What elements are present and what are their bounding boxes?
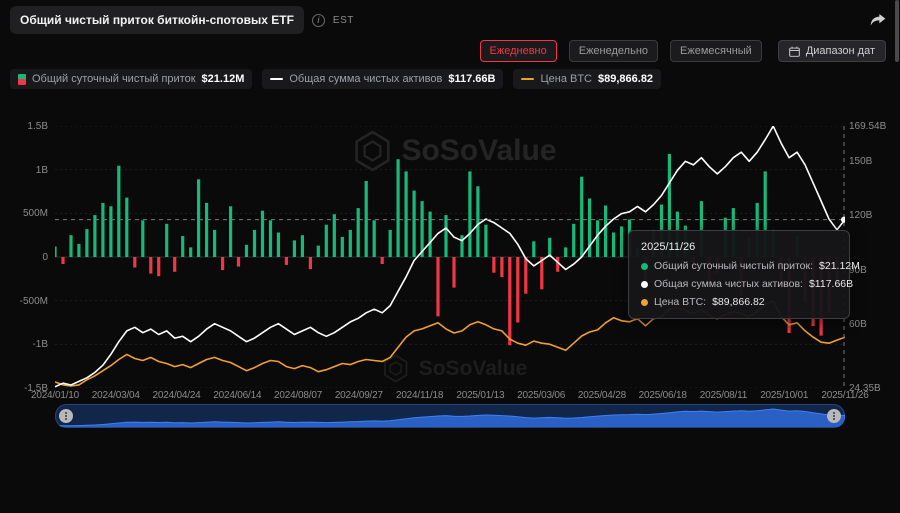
navigator-right-handle[interactable] xyxy=(827,409,841,423)
left-axis: 1.5B1B500M0-500M-1B-1.5B xyxy=(0,126,48,388)
x-axis-label: 2024/09/27 xyxy=(335,390,383,401)
x-axis-label: 2025/01/13 xyxy=(456,390,504,401)
legend-value: $117.66B xyxy=(448,73,495,85)
assets-series-dot xyxy=(641,281,648,288)
tooltip-value: $89,866.82 xyxy=(712,296,765,308)
timezone-label: EST xyxy=(333,15,354,26)
chart-tooltip: 2025/11/26 Общий суточный чистый приток:… xyxy=(628,230,850,319)
x-axis-label: 2025/11/26 xyxy=(821,390,868,401)
inflow-series-dot xyxy=(641,263,648,270)
chart-area: SoSoValue SoSoValue 1.5B1B500M0-500M-1B-… xyxy=(0,96,900,402)
right-axis: 169.54B150B120B90B60B24.35B xyxy=(849,126,897,388)
tooltip-row-inflow: Общий суточный чистый приток: $21.12M xyxy=(641,260,837,272)
tooltip-label: Общая сумма чистых активов: xyxy=(654,278,803,290)
left-axis-tick: 500M xyxy=(23,208,48,219)
tab-weekly[interactable]: Еженедельно xyxy=(569,40,658,62)
legend-item-assets[interactable]: Общая сумма чистых активов $117.66B xyxy=(262,69,503,89)
legend-label: Общий суточный чистый приток xyxy=(32,73,196,85)
tooltip-value: $117.66B xyxy=(809,278,853,290)
legend-value: $89,866.82 xyxy=(598,73,653,85)
tooltip-row-assets: Общая сумма чистых активов: $117.66B xyxy=(641,278,837,290)
line-marker-icon xyxy=(521,78,534,80)
tab-daily[interactable]: Ежедневно xyxy=(480,40,557,62)
x-axis-label: 2024/06/14 xyxy=(213,390,261,401)
page-title: Общий чистый приток биткойн-спотовых ETF xyxy=(20,13,294,27)
legend-label: Общая сумма чистых активов xyxy=(289,73,442,85)
x-axis-label: 2024/04/24 xyxy=(153,390,201,401)
legend-value: $21.12M xyxy=(202,73,245,85)
scrollbar-thumb[interactable] xyxy=(895,0,899,62)
legend-label: Цена BTC xyxy=(540,73,592,85)
x-axis-label: 2024/01/10 xyxy=(31,390,79,401)
date-range-button[interactable]: Диапазон дат xyxy=(778,40,886,62)
left-axis-tick: 1.5B xyxy=(27,121,48,132)
right-axis-tick: 150B xyxy=(849,156,872,167)
left-axis-tick: 1B xyxy=(36,165,48,176)
right-axis-tick: 169.54B xyxy=(849,121,886,132)
chart-legend: Общий суточный чистый приток $21.12M Общ… xyxy=(0,66,900,92)
x-axis-label: 2025/03/06 xyxy=(517,390,565,401)
x-axis-label: 2025/04/28 xyxy=(578,390,626,401)
x-axis-label: 2024/08/07 xyxy=(274,390,322,401)
x-axis-label: 2025/10/01 xyxy=(760,390,808,401)
share-icon[interactable] xyxy=(870,13,886,27)
range-navigator[interactable] xyxy=(55,404,845,428)
tab-monthly[interactable]: Ежемесячный xyxy=(670,40,762,62)
line-marker-icon xyxy=(270,78,283,80)
price-series-dot xyxy=(641,299,648,306)
left-axis-tick: -1B xyxy=(32,339,48,350)
etf-dashboard-page: { "header": { "title": "Общий чистый при… xyxy=(0,0,900,513)
navigator-left-handle[interactable] xyxy=(59,409,73,423)
page-scrollbar[interactable] xyxy=(895,0,899,513)
right-axis-tick: 120B xyxy=(849,210,872,221)
x-axis: 2024/01/102024/03/042024/04/242024/06/14… xyxy=(55,390,845,404)
calendar-icon xyxy=(789,46,800,57)
x-axis-label: 2025/08/11 xyxy=(700,390,747,401)
tooltip-row-btc-price: Цена BTC: $89,866.82 xyxy=(641,296,837,308)
tooltip-value: $21.12M xyxy=(819,260,860,272)
left-axis-tick: 0 xyxy=(42,252,48,263)
interval-toolbar: Ежедневно Еженедельно Ежемесячный Диапаз… xyxy=(0,36,900,66)
header: Общий чистый приток биткойн-спотовых ETF… xyxy=(0,0,900,36)
date-range-label: Диапазон дат xyxy=(806,45,875,57)
info-icon[interactable]: i xyxy=(312,14,325,27)
legend-item-inflow[interactable]: Общий суточный чистый приток $21.12M xyxy=(10,69,252,89)
tooltip-label: Цена BTC: xyxy=(654,296,706,308)
x-axis-label: 2024/03/04 xyxy=(92,390,140,401)
bar-marker-icon xyxy=(18,74,26,85)
tooltip-date: 2025/11/26 xyxy=(641,241,837,253)
right-axis-tick: 60B xyxy=(849,319,867,330)
tooltip-label: Общий суточный чистый приток: xyxy=(654,260,813,272)
legend-item-btc-price[interactable]: Цена BTC $89,866.82 xyxy=(513,69,661,89)
chart-title-badge: Общий чистый приток биткойн-спотовых ETF xyxy=(10,6,304,34)
x-axis-label: 2024/11/18 xyxy=(396,390,443,401)
left-axis-tick: -500M xyxy=(20,296,48,307)
x-axis-label: 2025/06/18 xyxy=(639,390,687,401)
